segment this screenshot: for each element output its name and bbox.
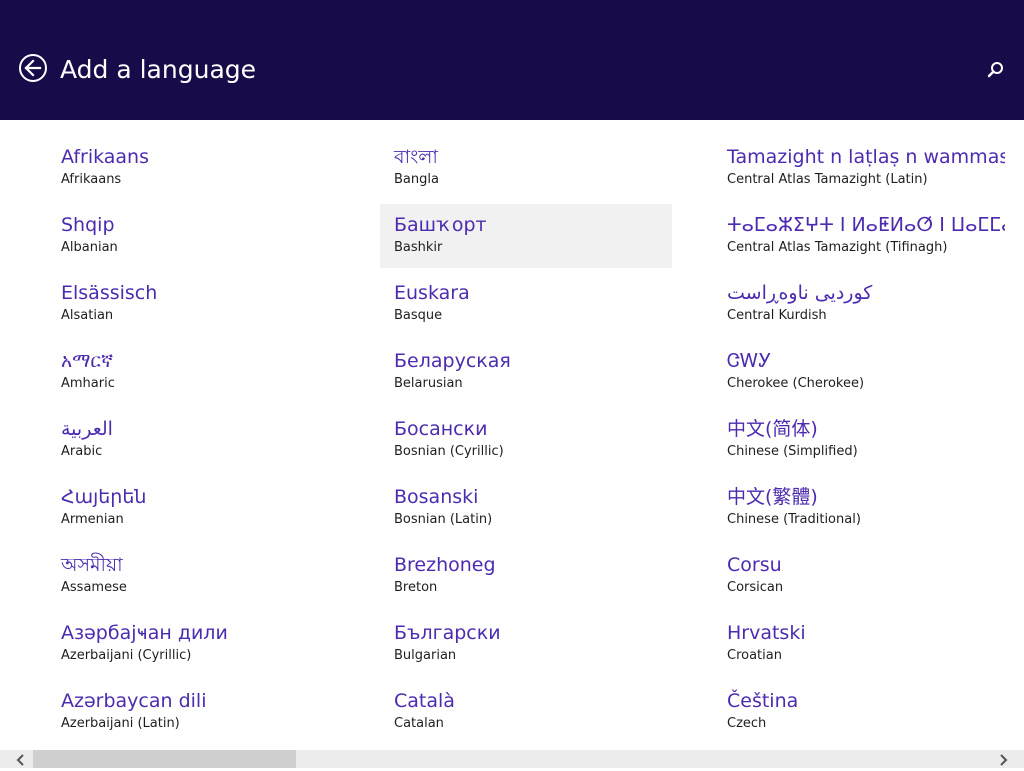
language-item[interactable]: ᏣᎳᎩ Cherokee (Cherokee)	[713, 340, 1005, 404]
language-english-name: Bosnian (Latin)	[394, 512, 493, 527]
language-english-name: Alsatian	[61, 308, 114, 323]
language-item[interactable]: العربية Arabic	[47, 408, 339, 472]
language-english-name: Central Kurdish	[727, 308, 827, 323]
language-item[interactable]: አማርኛ Amharic	[47, 340, 339, 404]
language-native-name: Bosanski	[394, 486, 479, 508]
language-native-name: বাংলা	[394, 146, 438, 168]
language-item[interactable]: Afrikaans Afrikaans	[47, 136, 339, 200]
horizontal-scrollbar[interactable]	[0, 750, 1024, 768]
language-english-name: Chinese (Simplified)	[727, 444, 858, 459]
language-native-name: Elsässisch	[61, 282, 158, 304]
scrollbar-thumb[interactable]	[33, 750, 296, 768]
language-native-name: Corsu	[727, 554, 782, 576]
language-english-name: Breton	[394, 580, 438, 595]
language-native-name: Euskara	[394, 282, 470, 304]
app-header: Add a language	[0, 0, 1024, 120]
scroll-left-button[interactable]	[14, 752, 28, 766]
language-english-name: Azerbaijani (Cyrillic)	[61, 648, 192, 663]
language-english-name: Arabic	[61, 444, 103, 459]
language-native-name: অসমীয়া	[61, 554, 123, 576]
language-english-name: Chinese (Traditional)	[727, 512, 861, 527]
language-native-name: ᏣᎳᎩ	[727, 350, 772, 372]
language-item[interactable]: Bosanski Bosnian (Latin)	[380, 476, 672, 540]
language-item[interactable]: Hrvatski Croatian	[713, 612, 1005, 676]
language-english-name: Belarusian	[394, 376, 463, 391]
language-native-name: Shqip	[61, 214, 115, 236]
language-native-name: Азәрбајҹан дили	[61, 622, 228, 644]
chevron-left-icon	[16, 754, 24, 766]
language-english-name: Albanian	[61, 240, 118, 255]
language-item[interactable]: Euskara Basque	[380, 272, 672, 336]
language-english-name: Central Atlas Tamazight (Latin)	[727, 172, 928, 187]
search-button[interactable]	[984, 60, 1006, 82]
language-english-name: Corsican	[727, 580, 784, 595]
language-native-name: Босански	[394, 418, 488, 440]
language-native-name: Башҡорт	[394, 214, 487, 236]
language-english-name: Azerbaijani (Latin)	[61, 716, 180, 731]
language-item[interactable]: Brezhoneg Breton	[380, 544, 672, 608]
language-native-name: አማርኛ	[61, 350, 114, 372]
page-title: Add a language	[60, 55, 257, 84]
language-native-name: 中文(简体)	[727, 418, 818, 440]
search-icon	[987, 62, 1003, 78]
language-native-name: Tamazight n laṭlaṣ n wammas	[727, 146, 1005, 168]
language-item[interactable]: Босански Bosnian (Cyrillic)	[380, 408, 672, 472]
language-english-name: Basque	[394, 308, 443, 323]
language-english-name: Bashkir	[394, 240, 443, 255]
language-native-name: Afrikaans	[61, 146, 149, 168]
language-item[interactable]: Беларуская Belarusian	[380, 340, 672, 404]
language-native-name: Azərbaycan dili	[61, 690, 207, 712]
language-english-name: Assamese	[61, 580, 127, 595]
language-native-name: Brezhoneg	[394, 554, 496, 576]
language-native-name: Hrvatski	[727, 622, 806, 644]
language-english-name: Croatian	[727, 648, 782, 663]
language-item[interactable]: Tamazight n laṭlaṣ n wammas Central Atlas…	[713, 136, 1005, 200]
language-item[interactable]: Čeština Czech	[713, 680, 1005, 744]
language-item[interactable]: Elsässisch Alsatian	[47, 272, 339, 336]
language-column: Afrikaans Afrikaans Shqip Albanian Elsässisc…	[47, 136, 339, 748]
language-column: বাংলা Bangla Башҡорт Bashkir Euskara Basque Бе…	[380, 136, 672, 748]
language-native-name: ⵜⴰⵎⴰⵣⵉⵖⵜ ⵏ ⵍⴰⵟⵍⴰⵚ ⵏ ⵡⴰⵎⵎⴰⵙ	[727, 214, 1005, 236]
language-english-name: Armenian	[61, 512, 124, 527]
language-column: Tamazight n laṭlaṣ n wammas Central Atlas…	[713, 136, 1005, 748]
language-english-name: Amharic	[61, 376, 115, 391]
language-item[interactable]: کوردیی ناوەڕاست Central Kurdish	[713, 272, 1005, 336]
language-item[interactable]: Азәрбајҹан дили Azerbaijani (Cyrillic)	[47, 612, 339, 676]
language-item[interactable]: 中文(简体) Chinese (Simplified)	[713, 408, 1005, 472]
language-english-name: Cherokee (Cherokee)	[727, 376, 865, 391]
language-native-name: 中文(繁體)	[727, 486, 818, 508]
language-item[interactable]: অসমীয়া Assamese	[47, 544, 339, 608]
language-native-name: Català	[394, 690, 455, 712]
language-item[interactable]: Català Catalan	[380, 680, 672, 744]
language-native-name: کوردیی ناوەڕاست	[727, 282, 873, 304]
language-item[interactable]: ⵜⴰⵎⴰⵣⵉⵖⵜ ⵏ ⵍⴰⵟⵍⴰⵚ ⵏ ⵡⴰⵎⵎⴰⵙ Central Atlas …	[713, 204, 1005, 268]
language-item[interactable]: Հայերեն Armenian	[47, 476, 339, 540]
language-english-name: Bosnian (Cyrillic)	[394, 444, 504, 459]
chevron-right-icon	[1000, 754, 1008, 766]
language-native-name: Հայերեն	[61, 486, 147, 508]
language-list: Afrikaans Afrikaans Shqip Albanian Elsässisc…	[0, 120, 1024, 750]
language-item[interactable]: Башҡорт Bashkir	[380, 204, 672, 268]
language-native-name: Беларуская	[394, 350, 511, 372]
language-native-name: Български	[394, 622, 501, 644]
language-english-name: Central Atlas Tamazight (Tifinagh)	[727, 240, 948, 255]
language-item[interactable]: Azərbaycan dili Azerbaijani (Latin)	[47, 680, 339, 744]
language-item[interactable]: 中文(繁體) Chinese (Traditional)	[713, 476, 1005, 540]
language-item[interactable]: Corsu Corsican	[713, 544, 1005, 608]
language-english-name: Afrikaans	[61, 172, 122, 187]
language-english-name: Bangla	[394, 172, 439, 187]
language-item[interactable]: Български Bulgarian	[380, 612, 672, 676]
language-english-name: Bulgarian	[394, 648, 457, 663]
scroll-right-button[interactable]	[996, 752, 1010, 766]
language-native-name: Čeština	[727, 690, 799, 712]
language-native-name: العربية	[61, 418, 113, 440]
language-english-name: Catalan	[394, 716, 444, 731]
back-button[interactable]	[19, 54, 47, 82]
language-item[interactable]: Shqip Albanian	[47, 204, 339, 268]
language-english-name: Czech	[727, 716, 767, 731]
language-item[interactable]: বাংলা Bangla	[380, 136, 672, 200]
back-arrow-icon	[24, 59, 42, 77]
